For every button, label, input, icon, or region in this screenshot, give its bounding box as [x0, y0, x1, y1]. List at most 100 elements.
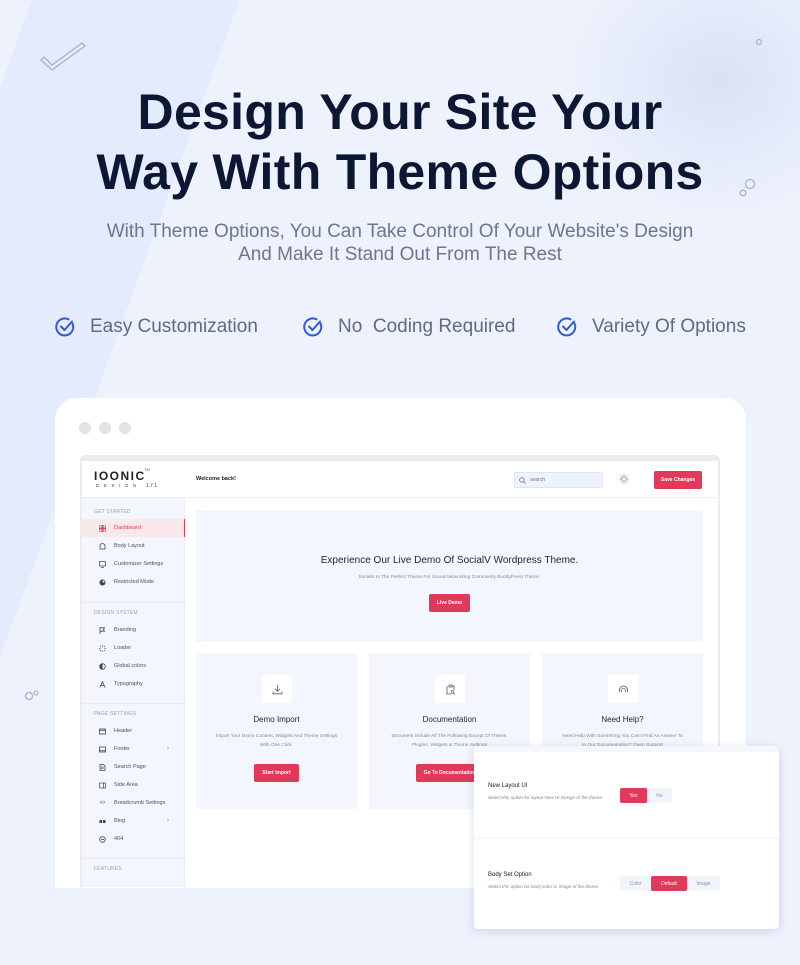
header-icon	[99, 728, 106, 735]
blog-icon	[99, 818, 106, 825]
search-box[interactable]	[514, 472, 603, 488]
go-to-documentation-button[interactable]: Go To Documentation	[416, 764, 483, 782]
sidebar-item-label: Customizer Settings	[114, 561, 164, 567]
card-description: Import Your Demo Content, Widgets And Th…	[215, 734, 338, 748]
dashboard-icon	[99, 524, 106, 532]
sidebar-item-label: 404	[114, 836, 124, 842]
restricted-icon	[99, 579, 106, 586]
sidebar-divider	[82, 602, 185, 603]
chevron-right-icon: ›	[167, 746, 169, 752]
sidebar-item-breadcrumb-settings[interactable]: <> Breadcrumb Settings	[82, 794, 185, 812]
card-title: Need Help?	[601, 715, 644, 724]
sidebar-item-footer[interactable]: Footer ›	[82, 740, 185, 758]
logo-text: IOONIC	[94, 469, 146, 483]
live-demo-title: Experience Our Live Demo Of SocialV Word…	[320, 555, 579, 566]
circle-decoration-icon	[755, 38, 763, 46]
sidebar-item-loader[interactable]: Loader	[82, 639, 185, 657]
chevron-right-icon: ›	[167, 818, 169, 824]
hero-subtitle-line-2: And Make It Stand Out From The Rest	[238, 244, 562, 265]
sidebar-item-typography[interactable]: Typography	[82, 675, 185, 693]
hero-title-line-2: Way With Theme Options	[96, 144, 704, 200]
icon-box	[262, 675, 292, 703]
welcome-text: Welcome back!	[196, 476, 236, 482]
window-dot	[119, 422, 131, 434]
option-no-button[interactable]: No	[647, 788, 672, 803]
error-icon	[99, 835, 106, 843]
card-title: Demo Import	[253, 715, 300, 724]
option-title: New Layout UI	[488, 783, 528, 789]
clipboard-search-icon	[446, 684, 455, 695]
sidebar-item-label: Dashboard	[114, 525, 141, 531]
sidebar-divider	[82, 703, 185, 704]
side-area-icon	[99, 782, 106, 789]
logo-tm: TM	[144, 467, 150, 472]
live-demo-button[interactable]: Live Demo	[429, 594, 470, 612]
sidebar-item-label: Restricted Mode	[114, 579, 155, 585]
option-description: Select this option for layout New UI Des…	[488, 795, 604, 800]
window-dot	[99, 422, 111, 434]
theme-toggle-sun-icon[interactable]	[619, 474, 629, 484]
feature-label: No Coding Required	[338, 316, 516, 337]
feature-item: Variety Of Options	[556, 314, 746, 340]
new-layout-toggle: Yes No	[620, 788, 672, 803]
live-demo-description: SocialV Is The Perfect Theme For Social …	[358, 575, 541, 580]
start-import-button[interactable]: Start Import	[254, 764, 299, 782]
sidebar-section-label: GET STARTED	[94, 509, 131, 515]
sidebar-item-restricted-mode[interactable]: Restricted Mode	[82, 573, 185, 591]
option-color-button[interactable]: Color	[620, 876, 651, 891]
option-description: Select this option for body color or ima…	[488, 884, 600, 889]
option-default-button[interactable]: Default	[651, 876, 687, 891]
contrast-icon	[99, 662, 106, 670]
icon-box	[435, 675, 465, 703]
sidebar-item-blog[interactable]: Blog ›	[82, 812, 185, 830]
logo-subtext: DESIGN	[96, 483, 141, 488]
body-set-toggle: Color Default Image	[620, 876, 720, 891]
monitor-icon	[99, 560, 106, 568]
sidebar-item-body-layout[interactable]: Body Layout	[82, 537, 185, 555]
sidebar-item-side-area[interactable]: Side Area	[82, 776, 185, 794]
save-changes-button[interactable]: Save Changes	[654, 471, 702, 489]
sidebar-item-search-page[interactable]: Search Page	[82, 758, 185, 776]
hero-subtitle-line-1: With Theme Options, You Can Take Control…	[106, 221, 694, 242]
headset-icon	[618, 685, 628, 692]
top-bar: Welcome back! Save Changes	[185, 461, 718, 498]
sidebar-item-global-colors[interactable]: Global colors	[82, 657, 185, 675]
sidebar-section-label: DESIGN SYSTEM	[94, 610, 138, 616]
check-circle-icon	[303, 317, 323, 337]
card-title: Documentation	[422, 715, 477, 724]
sidebar-item-label: Typography	[114, 681, 143, 687]
sidebar-item-404[interactable]: 404	[82, 830, 185, 848]
sidebar-item-label: Footer	[114, 746, 130, 752]
search-icon	[519, 476, 526, 484]
option-yes-button[interactable]: Yes	[620, 788, 647, 803]
sidebar-item-label: Branding	[114, 627, 137, 633]
sidebar-item-header[interactable]: Header	[82, 722, 185, 740]
code-icon: <>	[99, 800, 106, 806]
feature-item: Easy Customization	[54, 314, 258, 340]
panel-divider	[474, 838, 779, 839]
icon-box	[608, 675, 638, 703]
sidebar-item-branding[interactable]: Branding	[82, 621, 185, 639]
sidebar-item-label: Search Page	[114, 764, 146, 770]
check-circle-icon	[557, 317, 577, 337]
bubbles-decoration-icon	[24, 690, 39, 701]
footer-icon	[99, 746, 106, 753]
panel-top-strip	[474, 746, 779, 752]
logo[interactable]: IOONIC TM DESIGN 1.7.1	[82, 461, 185, 498]
loader-icon	[99, 644, 106, 652]
sidebar-item-label: Body Layout	[114, 543, 145, 549]
sidebar-item-customizer-settings[interactable]: Customizer Settings	[82, 555, 185, 573]
live-demo-card: Experience Our Live Demo Of SocialV Word…	[196, 510, 703, 642]
sidebar: IOONIC TM DESIGN 1.7.1 GET STARTED Dashb…	[82, 461, 185, 887]
sidebar-item-dashboard[interactable]: Dashboard	[82, 519, 185, 537]
window-dot	[79, 422, 91, 434]
checkmark-decoration-icon	[40, 42, 86, 71]
body-layout-icon	[99, 542, 106, 550]
option-image-button[interactable]: Image	[687, 876, 720, 891]
feature-item: No Coding Required	[302, 314, 515, 340]
feature-label: Variety Of Options	[592, 316, 746, 337]
search-input[interactable]	[530, 477, 600, 483]
sidebar-item-label: Side Area	[114, 782, 138, 788]
hero-title: Design Your Site Your Way With Theme Opt…	[0, 82, 800, 202]
hero-subtitle: With Theme Options, You Can Take Control…	[0, 220, 800, 266]
